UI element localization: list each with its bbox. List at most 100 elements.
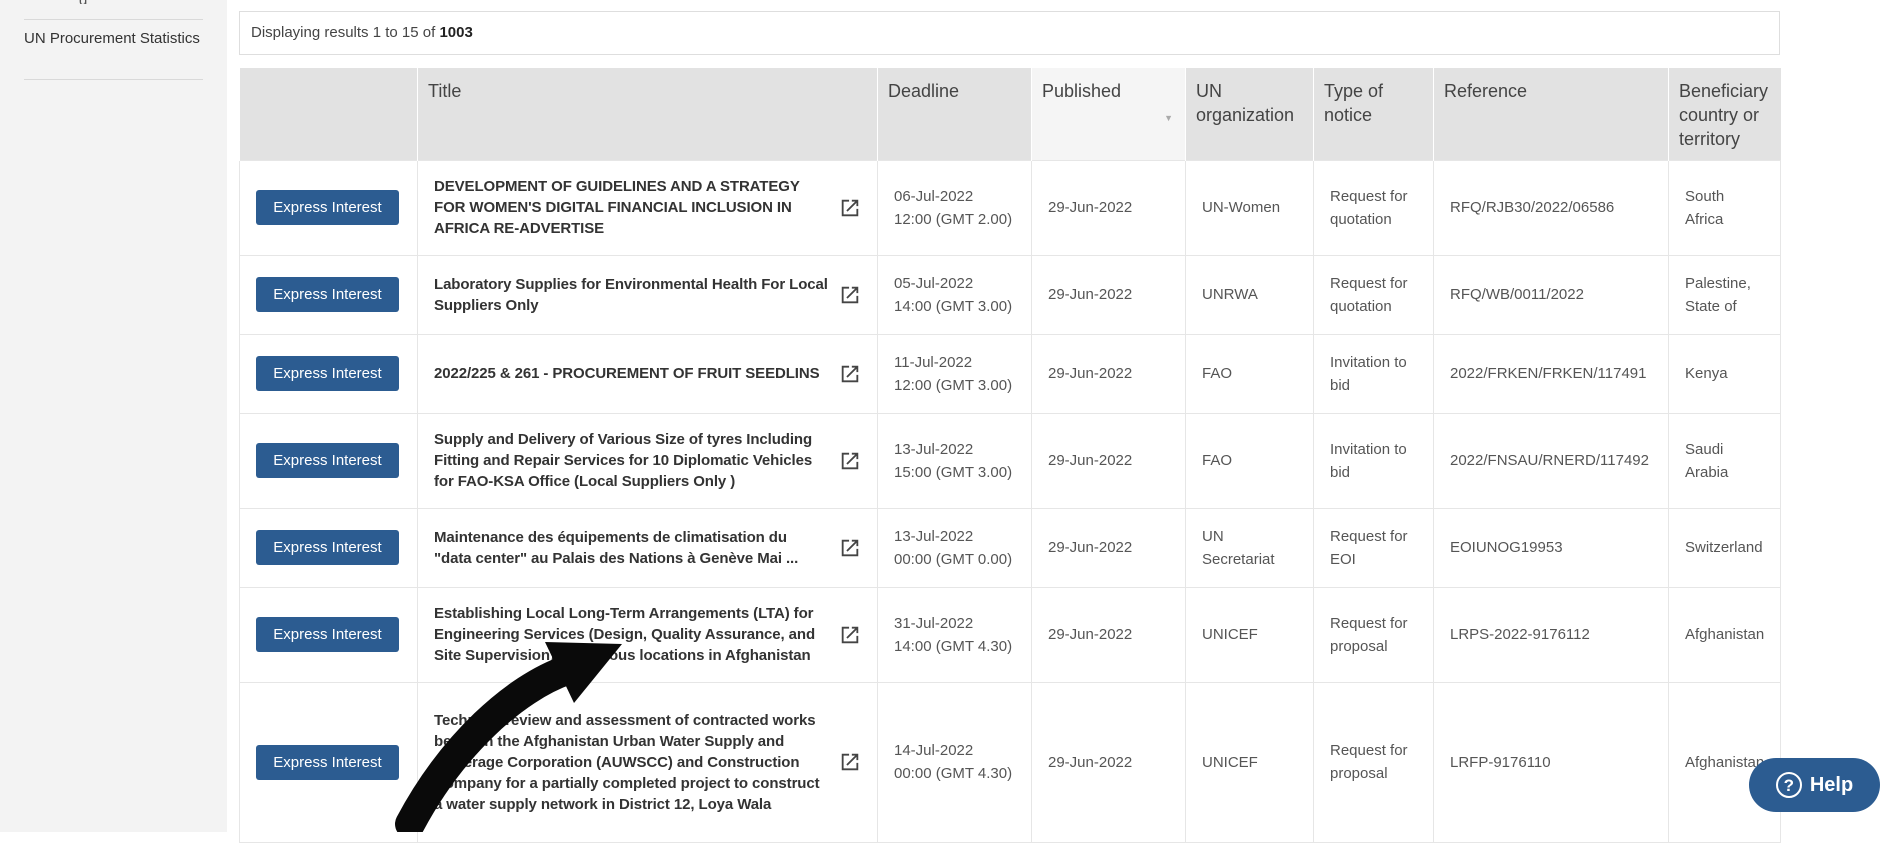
deadline-date: 13-Jul-2022: [894, 440, 974, 458]
sort-caret-icon: ▼: [1164, 113, 1173, 123]
table-row: Express Interest Maintenance des équipem…: [239, 507, 1781, 588]
sidebar-item-procurement-statistics[interactable]: UN Procurement Statistics: [24, 26, 203, 80]
table-row: Express Interest 2022/225 & 261 - PROCUR…: [239, 333, 1781, 414]
reference-cell: EOIUNOG19953: [1433, 507, 1669, 588]
reference-cell: RFQ/RJB30/2022/06586: [1433, 159, 1669, 256]
published-date: 29-Jun-2022: [1031, 586, 1186, 683]
external-link-icon[interactable]: [839, 450, 861, 472]
reference-cell: 2022/FRKEN/FRKEN/117491: [1433, 333, 1669, 414]
notice-title-link[interactable]: Supply and Delivery of Various Size of t…: [434, 429, 829, 492]
deadline-time: 00:00 (GMT 4.30): [894, 765, 1013, 782]
country-cell: South Africa: [1668, 159, 1781, 256]
table-row: Express Interest Establishing Local Long…: [239, 586, 1781, 683]
deadline-date: 13-Jul-2022: [894, 527, 974, 545]
external-link-icon[interactable]: [839, 197, 861, 219]
organization-cell: UNICEF: [1185, 586, 1314, 683]
organization-cell: UNICEF: [1185, 681, 1314, 843]
notice-type-cell: Request for EOI: [1313, 507, 1434, 588]
external-link-icon[interactable]: [839, 284, 861, 306]
header-reference[interactable]: Reference: [1433, 68, 1669, 160]
sidebar-item-previous-label: g: [79, 0, 119, 4]
notice-title-link[interactable]: Laboratory Supplies for Environmental He…: [434, 274, 829, 316]
organization-cell: UNRWA: [1185, 254, 1314, 335]
help-button[interactable]: ? Help: [1749, 758, 1880, 812]
results-prefix: Displaying results 1 to 15 of: [251, 24, 440, 41]
external-link-icon[interactable]: [839, 363, 861, 385]
header-deadline[interactable]: Deadline: [877, 68, 1032, 160]
external-link-icon[interactable]: [839, 624, 861, 646]
published-date: 29-Jun-2022: [1031, 159, 1186, 256]
notice-title-link[interactable]: DEVELOPMENT OF GUIDELINES AND A STRATEGY…: [434, 176, 829, 239]
notice-type-cell: Request for proposal: [1313, 681, 1434, 843]
organization-cell: UN-Women: [1185, 159, 1314, 256]
published-date: 29-Jun-2022: [1031, 507, 1186, 588]
reference-cell: LRPS-2022-9176112: [1433, 586, 1669, 683]
organization-cell: FAO: [1185, 412, 1314, 509]
notice-type-cell: Invitation to bid: [1313, 333, 1434, 414]
deadline-time: 12:00 (GMT 2.00): [894, 210, 1013, 228]
results-summary: Displaying results 1 to 15 of 1003: [239, 11, 1780, 55]
deadline-time: 14:00 (GMT 4.30): [894, 637, 1013, 655]
external-link-icon[interactable]: [839, 537, 861, 559]
notice-type-cell: Request for proposal: [1313, 586, 1434, 683]
header-country[interactable]: Beneficiary country or territory: [1668, 68, 1781, 160]
notice-type-cell: Request for quotation: [1313, 254, 1434, 335]
question-circle-icon: ?: [1775, 772, 1802, 798]
country-cell: Palestine, State of: [1668, 254, 1781, 335]
table-header-row: Title Deadline Published ▼ UN organizatio…: [239, 68, 1781, 160]
notice-title-link[interactable]: Maintenance des équipements de climatisa…: [434, 527, 829, 569]
country-cell: Switzerland: [1668, 507, 1781, 588]
express-interest-button[interactable]: Express Interest: [256, 190, 399, 225]
notice-type-cell: Invitation to bid: [1313, 412, 1434, 509]
external-link-icon[interactable]: [839, 751, 861, 773]
deadline-time: 12:00 (GMT 3.00): [894, 376, 1013, 394]
country-cell: Kenya: [1668, 333, 1781, 414]
reference-cell: LRFP-9176110: [1433, 681, 1669, 843]
express-interest-button[interactable]: Express Interest: [256, 530, 399, 565]
express-interest-button[interactable]: Express Interest: [256, 277, 399, 312]
express-interest-button[interactable]: Express Interest: [256, 617, 399, 652]
reference-cell: RFQ/WB/0011/2022: [1433, 254, 1669, 335]
deadline-date: 11-Jul-2022: [894, 353, 973, 371]
notice-title-link[interactable]: Technical review and assessment of contr…: [434, 710, 829, 815]
express-interest-button[interactable]: Express Interest: [256, 356, 399, 391]
deadline-time: 15:00 (GMT 3.00): [894, 463, 1013, 481]
deadline-date: 06-Jul-2022: [894, 187, 974, 205]
express-interest-button[interactable]: Express Interest: [256, 443, 399, 478]
published-date: 29-Jun-2022: [1031, 333, 1186, 414]
table-row: Express Interest Laboratory Supplies for…: [239, 254, 1781, 335]
header-title[interactable]: Title: [417, 68, 878, 160]
organization-cell: UN Secretariat: [1185, 507, 1314, 588]
deadline-date: 14-Jul-2022: [894, 742, 974, 759]
header-type[interactable]: Type of notice: [1313, 68, 1434, 160]
deadline-time: 00:00 (GMT 0.00): [894, 550, 1013, 568]
published-date: 29-Jun-2022: [1031, 254, 1186, 335]
published-date: 29-Jun-2022: [1031, 681, 1186, 843]
help-label: Help: [1809, 773, 1854, 796]
country-cell: Saudi Arabia: [1668, 412, 1781, 509]
reference-cell: 2022/FNSAU/RNERD/117492: [1433, 412, 1669, 509]
header-published-label: Published: [1042, 81, 1122, 101]
header-action: [239, 68, 418, 160]
results-total: 1003: [439, 24, 473, 41]
deadline-date: 05-Jul-2022: [894, 274, 974, 292]
express-interest-button[interactable]: Express Interest: [256, 744, 399, 780]
header-organization[interactable]: UN organization: [1185, 68, 1314, 160]
notice-title-line-2: "data center" au Palais des Nations à Ge…: [434, 549, 799, 567]
table-row: Express Interest Technical review and as…: [239, 681, 1781, 843]
sidebar: g UN Procurement Statistics: [0, 0, 227, 832]
deadline-time: 14:00 (GMT 3.00): [894, 297, 1013, 315]
notice-type-cell: Request for quotation: [1313, 159, 1434, 256]
notice-title-link[interactable]: Establishing Local Long-Term Arrangement…: [434, 603, 829, 666]
table-row: Express Interest Supply and Delivery of …: [239, 412, 1781, 509]
published-date: 29-Jun-2022: [1031, 412, 1186, 509]
notice-title-link[interactable]: 2022/225 & 261 - PROCUREMENT OF FRUIT SE…: [434, 363, 829, 384]
notice-title-line-1: Maintenance des équipements de climatisa…: [434, 528, 787, 546]
table-row: Express Interest DEVELOPMENT OF GUIDELIN…: [239, 159, 1781, 256]
sidebar-item-previous[interactable]: g: [24, 0, 203, 20]
notices-table: Title Deadline Published ▼ UN organizatio…: [239, 68, 1781, 843]
header-published[interactable]: Published ▼: [1031, 68, 1186, 160]
country-cell: Afghanistan: [1668, 586, 1781, 683]
organization-cell: FAO: [1185, 333, 1314, 414]
deadline-date: 31-Jul-2022: [894, 614, 974, 632]
